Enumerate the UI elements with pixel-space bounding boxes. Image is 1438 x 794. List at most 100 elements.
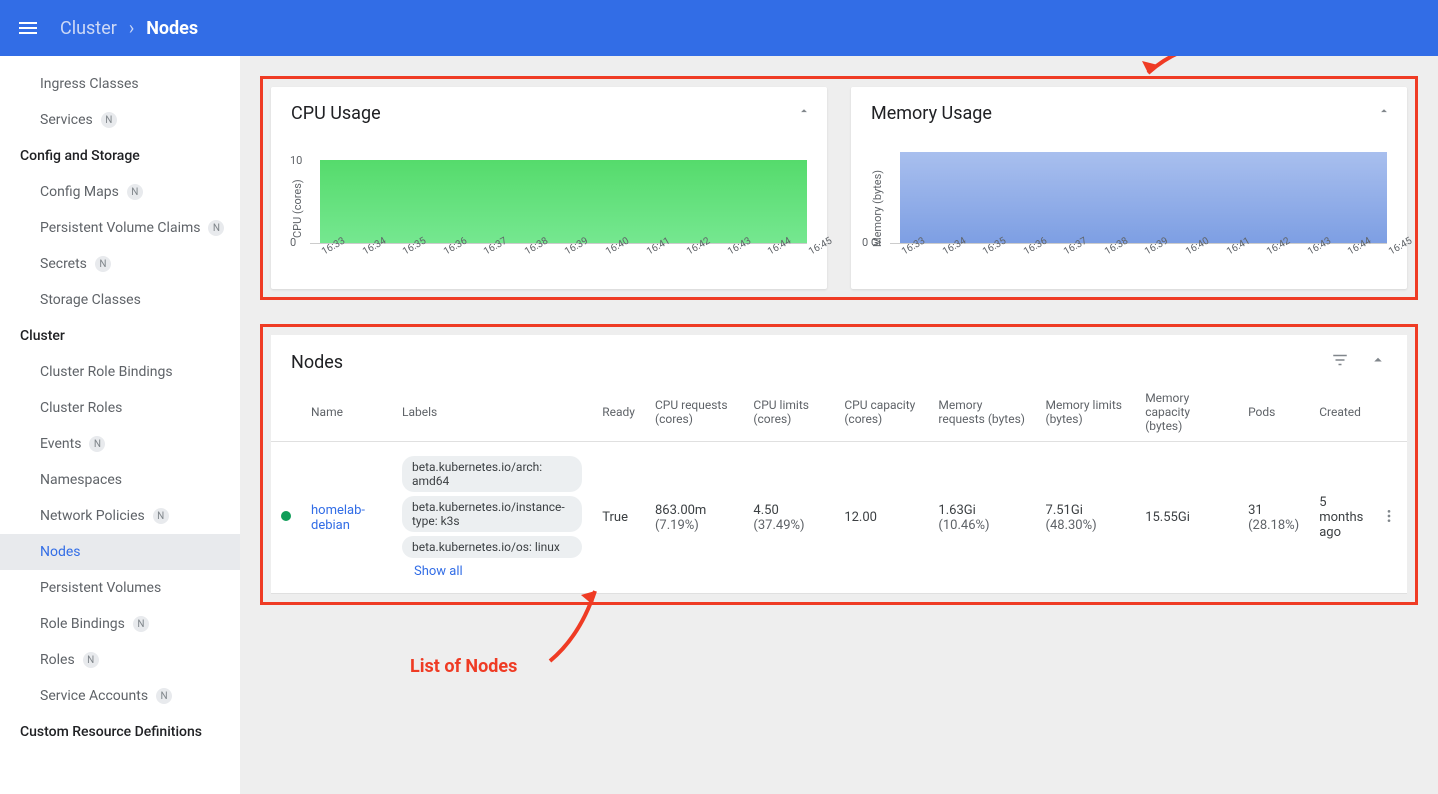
sidebar-section: Config and Storage xyxy=(0,138,240,174)
xtick: 16:45 xyxy=(1387,248,1393,258)
cell-cpu-lim: 4.50(37.49%) xyxy=(743,442,834,594)
xtick: 16:41 xyxy=(1225,248,1231,258)
crumb-leaf: Nodes xyxy=(146,18,198,39)
sidebar-item[interactable]: SecretsN xyxy=(0,246,240,282)
badge-icon: N xyxy=(133,616,149,632)
xtick: 16:38 xyxy=(523,248,529,258)
cpu-chart: 10 0 16:3316:3416:3516:3616:3716:3816:39… xyxy=(310,144,807,273)
badge-icon: N xyxy=(208,220,224,236)
ytick: 0 xyxy=(290,236,296,249)
axis-label: Memory (bytes) xyxy=(871,144,884,273)
breadcrumb: Cluster › Nodes xyxy=(60,18,198,39)
xtick: 16:43 xyxy=(726,248,732,258)
xtick: 16:34 xyxy=(941,248,947,258)
sidebar-item[interactable]: Ingress Classes xyxy=(0,66,240,102)
cpu-usage-card: CPU Usage CPU (cores) 10 0 16:3316:3416:… xyxy=(271,87,827,289)
card-title: CPU Usage xyxy=(291,103,807,124)
sidebar-item[interactable]: Cluster Role Bindings xyxy=(0,354,240,390)
column-header[interactable]: CPU capacity (cores) xyxy=(834,383,928,442)
sidebar-item[interactable]: RolesN xyxy=(0,642,240,678)
sidebar-item[interactable]: Storage Classes xyxy=(0,282,240,318)
xtick: 16:34 xyxy=(361,248,367,258)
filter-icon[interactable] xyxy=(1331,351,1349,373)
cell-cpu-req: 863.00m(7.19%) xyxy=(645,442,743,594)
sidebar-item[interactable]: Cluster Roles xyxy=(0,390,240,426)
sidebar-item[interactable]: Role BindingsN xyxy=(0,606,240,642)
xtick: 16:42 xyxy=(685,248,691,258)
column-header[interactable]: Memory requests (bytes) xyxy=(928,383,1035,442)
column-header[interactable]: Created xyxy=(1309,383,1371,442)
metrics-highlight: CPU Usage CPU (cores) 10 0 16:3316:3416:… xyxy=(260,76,1418,300)
memory-chart: 0 Gi 16:3316:3416:3516:3616:3716:3816:39… xyxy=(890,144,1387,273)
badge-icon: N xyxy=(101,112,117,128)
column-header[interactable]: Memory capacity (bytes) xyxy=(1135,383,1238,442)
sidebar-section: Cluster xyxy=(0,318,240,354)
label-chip: beta.kubernetes.io/os: linux xyxy=(402,536,582,558)
table-row: homelab-debianbeta.kubernetes.io/arch: a… xyxy=(271,442,1407,594)
cell-mem-cap: 15.55Gi xyxy=(1135,442,1238,594)
ytick: 10 xyxy=(290,154,302,167)
sidebar-item[interactable]: EventsN xyxy=(0,426,240,462)
xtick: 16:44 xyxy=(1346,248,1352,258)
kebab-icon[interactable] xyxy=(1381,513,1397,528)
sidebar-item[interactable]: Nodes xyxy=(0,534,240,570)
main: Metrics CPU Usage CPU (cores) 10 0 xyxy=(240,56,1438,794)
badge-icon: N xyxy=(89,436,105,452)
sidebar-item[interactable]: Service AccountsN xyxy=(0,678,240,714)
sidebar-item[interactable]: ServicesN xyxy=(0,102,240,138)
xtick: 16:35 xyxy=(401,248,407,258)
menu-icon[interactable] xyxy=(16,16,40,40)
sidebar-item[interactable]: Network PoliciesN xyxy=(0,498,240,534)
xtick: 16:43 xyxy=(1306,248,1312,258)
xtick: 16:45 xyxy=(807,248,813,258)
collapse-icon[interactable] xyxy=(797,103,811,122)
collapse-icon[interactable] xyxy=(1377,103,1391,122)
appbar: Cluster › Nodes xyxy=(0,0,1438,56)
xtick: 16:37 xyxy=(1062,248,1068,258)
cell-mem-lim: 7.51Gi(48.30%) xyxy=(1036,442,1136,594)
area-fill xyxy=(900,152,1387,243)
badge-icon: N xyxy=(153,508,169,524)
sidebar-section: Custom Resource Definitions xyxy=(0,714,240,750)
sidebar: Ingress ClassesServicesNConfig and Stora… xyxy=(0,56,240,794)
column-header[interactable] xyxy=(271,383,301,442)
xtick: 16:33 xyxy=(900,248,906,258)
xtick: 16:44 xyxy=(766,248,772,258)
xtick: 16:33 xyxy=(320,248,326,258)
badge-icon: N xyxy=(127,184,143,200)
column-header[interactable]: Memory limits (bytes) xyxy=(1036,383,1136,442)
xtick: 16:35 xyxy=(981,248,987,258)
card-title: Memory Usage xyxy=(871,103,1387,124)
area-fill xyxy=(320,160,807,243)
nodes-table: NameLabelsReadyCPU requests (cores)CPU l… xyxy=(271,383,1407,594)
column-header[interactable]: Ready xyxy=(592,383,645,442)
nodes-highlight: Nodes NameLabelsReadyCPU requests (cores… xyxy=(260,324,1418,605)
show-all-link[interactable]: Show all xyxy=(414,564,582,579)
node-name-link[interactable]: homelab-debian xyxy=(311,503,365,533)
xtick: 16:38 xyxy=(1103,248,1109,258)
sidebar-item[interactable]: Config MapsN xyxy=(0,174,240,210)
sidebar-item[interactable]: Namespaces xyxy=(0,462,240,498)
label-chip: beta.kubernetes.io/instance-type: k3s xyxy=(402,496,582,532)
column-header[interactable]: CPU requests (cores) xyxy=(645,383,743,442)
xtick: 16:39 xyxy=(1143,248,1149,258)
column-header[interactable]: Pods xyxy=(1238,383,1309,442)
column-header[interactable]: Labels xyxy=(392,383,592,442)
crumb-root[interactable]: Cluster xyxy=(60,18,117,39)
xtick: 16:40 xyxy=(1184,248,1190,258)
badge-icon: N xyxy=(156,688,172,704)
chevron-right-icon: › xyxy=(129,18,134,39)
xtick: 16:42 xyxy=(1265,248,1271,258)
sidebar-item[interactable]: Persistent Volumes xyxy=(0,570,240,606)
annotation-nodes: List of Nodes xyxy=(410,656,517,677)
column-header[interactable]: Name xyxy=(301,383,392,442)
xtick: 16:36 xyxy=(1022,248,1028,258)
sidebar-item[interactable]: Persistent Volume ClaimsN xyxy=(0,210,240,246)
section-title: Nodes xyxy=(291,352,343,373)
collapse-icon[interactable] xyxy=(1369,351,1387,373)
column-header[interactable] xyxy=(1371,383,1407,442)
xtick: 16:37 xyxy=(482,248,488,258)
column-header[interactable]: CPU limits (cores) xyxy=(743,383,834,442)
memory-usage-card: Memory Usage Memory (bytes) 0 Gi 16:3316… xyxy=(851,87,1407,289)
cell-mem-req: 1.63Gi(10.46%) xyxy=(928,442,1035,594)
